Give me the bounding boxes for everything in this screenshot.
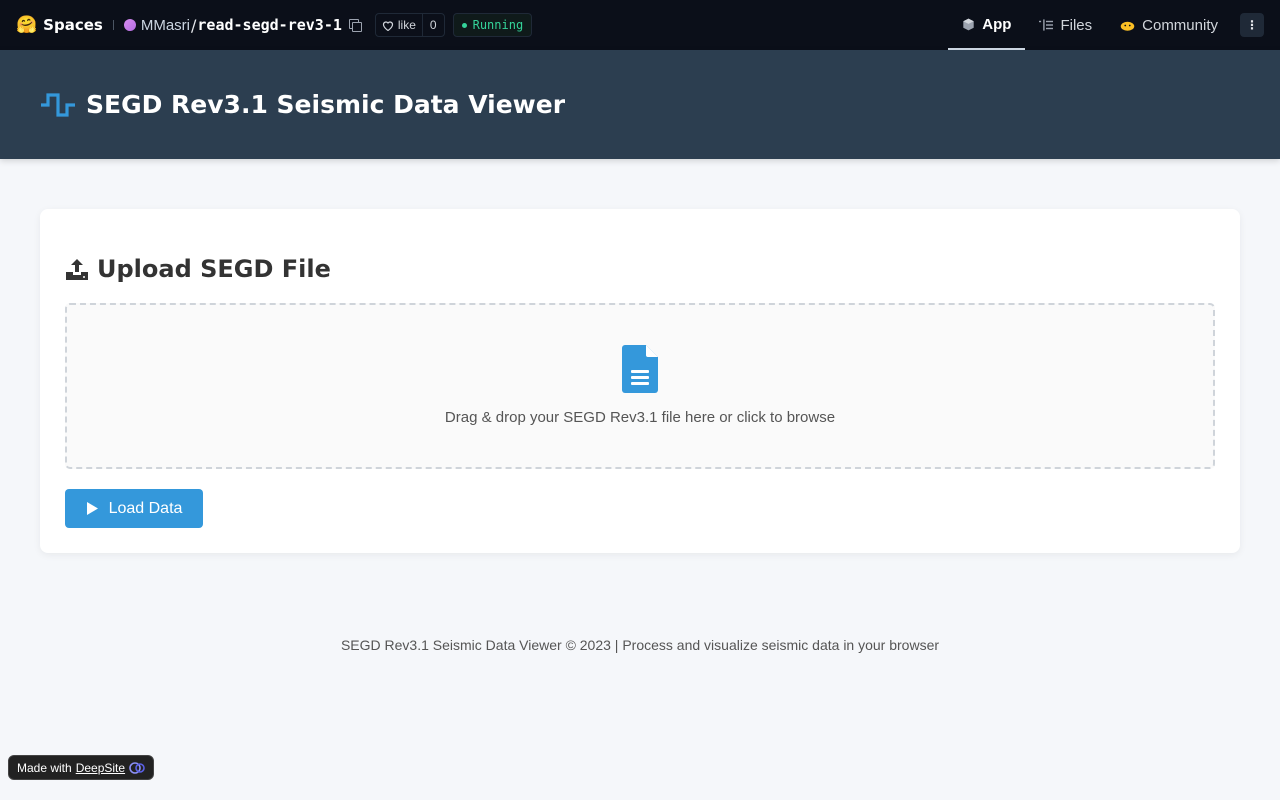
tab-files[interactable]: Files xyxy=(1025,0,1106,50)
tab-files-label: Files xyxy=(1060,16,1093,34)
status-label: Running xyxy=(472,18,524,32)
upload-card: Upload SEGD File Drag & drop your SEGD R… xyxy=(40,209,1240,553)
divider xyxy=(112,20,114,30)
upload-title: Upload SEGD File xyxy=(97,255,331,283)
load-data-label: Load Data xyxy=(108,499,183,517)
upload-section-heading: Upload SEGD File xyxy=(65,255,331,283)
deepsite-logo-icon xyxy=(129,761,145,774)
like-count: 0 xyxy=(429,18,437,32)
badge-prefix: Made with xyxy=(17,760,72,775)
page-title: SEGD Rev3.1 Seismic Data Viewer xyxy=(86,90,566,119)
like-button[interactable]: like 0 xyxy=(374,13,445,37)
tab-app[interactable]: App xyxy=(948,0,1026,50)
repo-link[interactable]: read-segd-rev3-1 xyxy=(197,16,342,34)
file-document-icon xyxy=(622,345,658,393)
status-badge: Running xyxy=(452,13,533,37)
made-with-badge[interactable]: Made with DeepSite xyxy=(8,755,155,780)
footer-text: SEGD Rev3.1 Seismic Data Viewer © 2023 |… xyxy=(340,637,940,653)
owner-avatar xyxy=(123,19,136,31)
tab-community[interactable]: Community xyxy=(1106,0,1232,50)
hugging-face-logo-icon: 🤗 xyxy=(16,15,38,35)
play-icon xyxy=(86,502,98,515)
more-menu-button[interactable]: ⋮ xyxy=(1240,13,1264,37)
space-nav: App Files Community ⋮ xyxy=(948,0,1264,50)
heart-icon xyxy=(382,20,393,31)
status-dot-icon xyxy=(461,22,467,28)
waveform-icon xyxy=(41,92,75,117)
files-icon xyxy=(1039,19,1054,31)
community-icon xyxy=(1120,21,1135,31)
tab-community-label: Community xyxy=(1142,16,1218,34)
spaces-link[interactable]: 🤗 Spaces xyxy=(16,15,103,35)
load-data-button[interactable]: Load Data xyxy=(65,489,203,528)
tab-app-label: App xyxy=(982,15,1012,33)
spaces-label: Spaces xyxy=(43,16,103,34)
path-separator: / xyxy=(191,15,197,35)
dropzone-text: Drag & drop your SEGD Rev3.1 file here o… xyxy=(444,409,836,426)
hf-top-bar: 🤗 Spaces MMasri / read-segd-rev3-1 like … xyxy=(0,0,1280,50)
upload-icon xyxy=(66,259,88,280)
owner-link[interactable]: MMasri xyxy=(141,17,190,34)
app-header: SEGD Rev3.1 Seismic Data Viewer xyxy=(0,50,1280,159)
like-label: like xyxy=(397,18,416,32)
file-dropzone[interactable]: Drag & drop your SEGD Rev3.1 file here o… xyxy=(65,303,1215,469)
deepsite-link[interactable]: DeepSite xyxy=(76,761,125,775)
copy-icon[interactable] xyxy=(348,19,362,32)
cube-icon xyxy=(963,18,974,30)
